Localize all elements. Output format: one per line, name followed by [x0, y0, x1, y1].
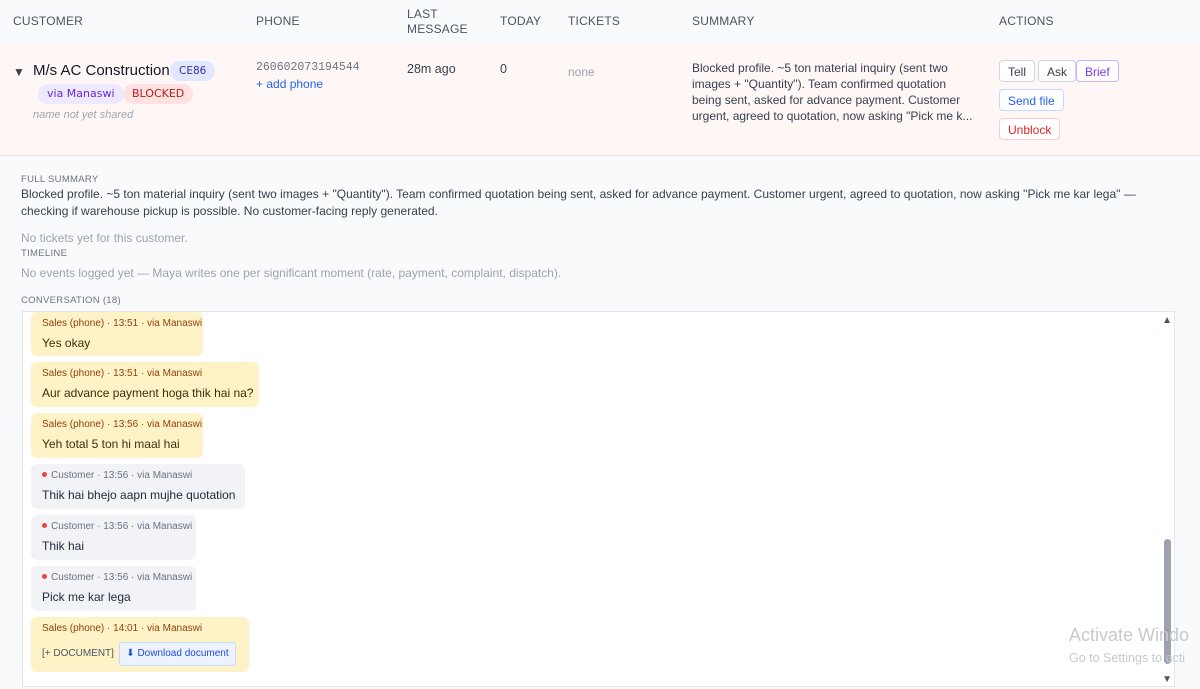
last-message-time: 28m ago: [407, 62, 456, 76]
message-meta: Sales (phone) · 13:51 · via Manaswi: [42, 318, 203, 329]
header-customer: CUSTOMER: [13, 14, 84, 28]
timeline-empty-text: No events logged yet — Maya writes one p…: [21, 266, 562, 280]
download-document-button[interactable]: ⬇ Download document: [119, 642, 236, 666]
ask-button[interactable]: Ask: [1038, 60, 1077, 82]
message-bubble: Customer · 13:56 · via Manaswi Thik hai: [31, 515, 196, 560]
document-attachment: [+ DOCUMENT] ⬇ Download document: [42, 642, 238, 666]
conversation-panel[interactable]: Sales (phone) · 13:51 · via Manaswi Yes …: [22, 311, 1175, 687]
message-meta: Customer · 13:56 · via Manaswi: [42, 520, 192, 534]
table-row[interactable]: ▼ M/s AC Construction CE86 via Manaswi B…: [0, 44, 1200, 156]
customer-dot-icon: [42, 472, 47, 477]
message-text: Yeh total 5 ton hi maal hai: [42, 437, 180, 451]
customer-name: M/s AC Construction: [33, 62, 170, 79]
header-last-message-1: LAST: [407, 7, 438, 21]
message-bubble: Customer · 13:56 · via Manaswi Thik hai …: [31, 464, 245, 509]
message-meta: Customer · 13:56 · via Manaswi: [42, 571, 192, 585]
send-file-button[interactable]: Send file: [999, 89, 1064, 111]
customer-dot-icon: [42, 574, 47, 579]
tickets-value: none: [568, 65, 595, 79]
via-agent-badge: via Manaswi: [38, 84, 124, 104]
message-bubble: Sales (phone) · 13:56 · via Manaswi Yeh …: [31, 413, 203, 458]
today-count: 0: [500, 62, 507, 76]
message-text: Thik hai bhejo aapn mujhe quotation: [42, 488, 236, 502]
tell-button[interactable]: Tell: [999, 60, 1036, 82]
header-summary: SUMMARY: [692, 14, 755, 28]
customer-dot-icon: [42, 523, 47, 528]
document-label: [+ DOCUMENT]: [42, 648, 114, 659]
header-tickets: TICKETS: [568, 14, 621, 28]
message-text: Aur advance payment hoga thik hai na?: [42, 386, 254, 400]
scroll-up-icon[interactable]: ▲: [1162, 315, 1172, 326]
timeline-label: TIMELINE: [21, 248, 68, 259]
add-phone-link[interactable]: + add phone: [256, 77, 323, 91]
message-bubble: Sales (phone) · 13:51 · via Manaswi Aur …: [31, 362, 259, 407]
brief-button[interactable]: Brief: [1076, 60, 1119, 82]
message-meta: Sales (phone) · 13:56 · via Manaswi: [42, 419, 203, 430]
summary-text: Blocked profile. ~5 ton material inquiry…: [692, 61, 973, 123]
message-text: Thik hai: [42, 539, 85, 553]
no-tickets-text: No tickets yet for this customer.: [21, 231, 188, 245]
message-meta: Customer · 13:56 · via Manaswi: [42, 469, 234, 483]
collapse-caret-icon[interactable]: ▼: [13, 65, 25, 79]
message-text: Pick me kar lega: [42, 590, 131, 604]
scroll-down-icon[interactable]: ▼: [1162, 674, 1172, 685]
message-bubble: Customer · 13:56 · via Manaswi Pick me k…: [31, 566, 196, 611]
phone-number: 260602073194544: [256, 61, 360, 74]
message-meta: Sales (phone) · 13:51 · via Manaswi: [42, 368, 203, 379]
table-header: CUSTOMER PHONE LAST MESSAGE TODAY TICKET…: [0, 0, 1200, 44]
header-phone: PHONE: [256, 14, 300, 28]
message-bubble: Sales (phone) · 13:51 · via Manaswi Yes …: [31, 312, 203, 356]
blocked-status-badge: BLOCKED: [123, 84, 194, 104]
header-today: TODAY: [500, 14, 542, 28]
message-bubble: Sales (phone) · 14:01 · via Manaswi [+ D…: [31, 617, 249, 672]
conversation-label: CONVERSATION (18): [21, 295, 121, 306]
message-text: Yes okay: [42, 336, 91, 350]
message-meta: Sales (phone) · 14:01 · via Manaswi: [42, 623, 203, 634]
activate-windows-watermark: Activate Windo: [1069, 625, 1190, 645]
header-actions: ACTIONS: [999, 14, 1054, 28]
full-summary-text: Blocked profile. ~5 ton material inquiry…: [21, 187, 1136, 218]
customer-code-badge: CE86: [170, 61, 216, 81]
activate-windows-subtext: Go to Settings to acti: [1069, 651, 1186, 665]
header-last-message-2: MESSAGE: [407, 22, 468, 36]
unblock-button[interactable]: Unblock: [999, 118, 1061, 140]
full-summary-label: FULL SUMMARY: [21, 174, 99, 185]
name-note: name not yet shared: [33, 109, 134, 121]
